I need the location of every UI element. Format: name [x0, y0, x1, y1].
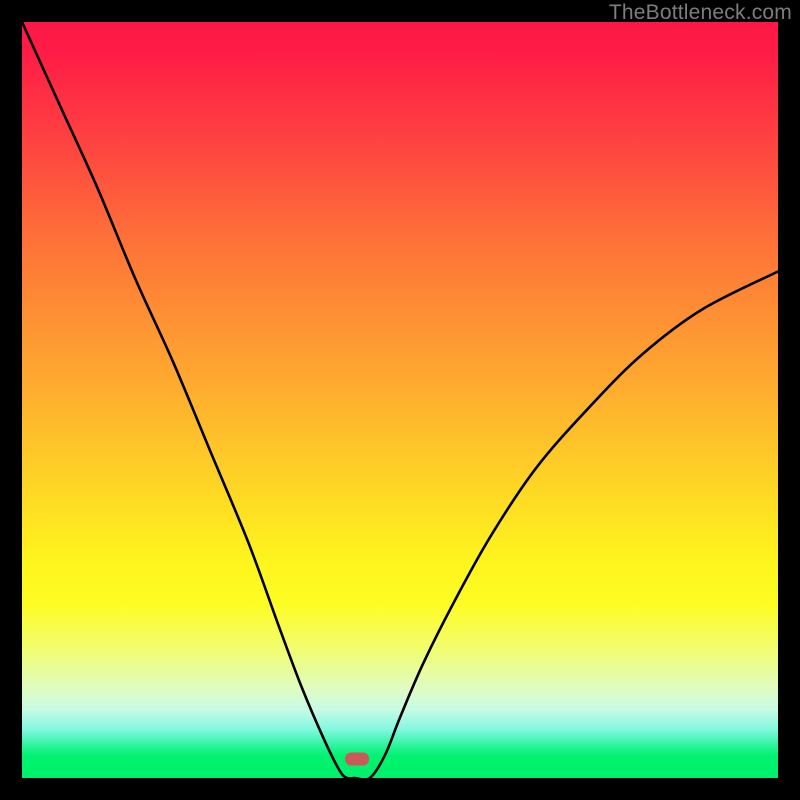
plot-area — [22, 22, 778, 778]
watermark-text: TheBottleneck.com — [609, 1, 792, 25]
optimum-marker — [345, 753, 369, 766]
chart-frame: TheBottleneck.com — [0, 0, 800, 800]
bottleneck-curve — [22, 22, 778, 778]
